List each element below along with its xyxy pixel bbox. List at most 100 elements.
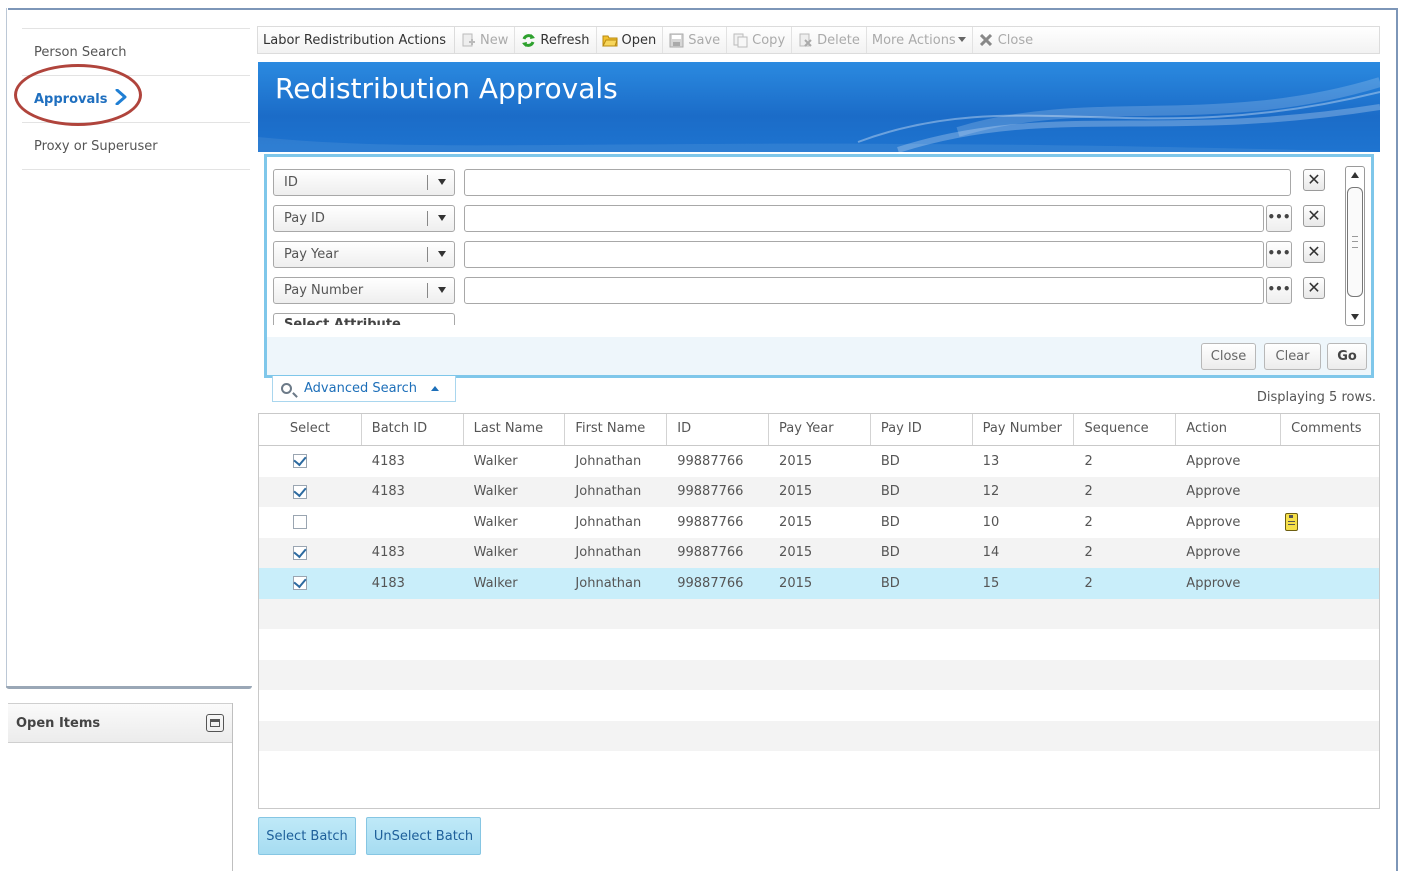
nav-item-proxy-superuser[interactable]: Proxy or Superuser xyxy=(22,122,250,170)
cell-last-name: Walker xyxy=(473,484,518,500)
scrollbar-thumb[interactable] xyxy=(1347,187,1363,297)
cell-id: 99887766 xyxy=(677,545,744,561)
advanced-search-toggle[interactable]: Advanced Search xyxy=(272,376,456,402)
nav-item-person-search[interactable]: Person Search xyxy=(22,28,250,75)
column-header[interactable]: Comments xyxy=(1281,414,1379,445)
lookup-button[interactable]: ••• xyxy=(1266,277,1292,304)
remove-criteria-button[interactable]: ✕ xyxy=(1303,277,1325,299)
copy-button[interactable]: Copy xyxy=(727,27,793,53)
column-header[interactable]: Select xyxy=(259,414,362,445)
table-row[interactable]: Walker Johnathan 99887766 2015 BD 10 2 Approve xyxy=(259,507,1379,538)
row-count-status: Displaying 5 rows. xyxy=(1256,390,1376,405)
select-batch-button[interactable]: Select Batch xyxy=(258,817,356,855)
chevron-right-icon xyxy=(115,88,127,109)
column-header[interactable]: Pay Number xyxy=(973,414,1075,445)
row-select-checkbox[interactable] xyxy=(293,545,307,560)
delete-button[interactable]: Delete xyxy=(792,27,867,53)
close-icon xyxy=(978,32,994,48)
search-go-button[interactable]: Go xyxy=(1327,343,1367,370)
table-row[interactable]: 4183 Walker Johnathan 99887766 2015 BD 12 2 Appr… xyxy=(259,476,1379,507)
empty-row xyxy=(259,720,1379,751)
refresh-button[interactable]: Refresh xyxy=(515,27,597,53)
cell-action: Approve xyxy=(1186,514,1241,530)
column-header[interactable]: ID xyxy=(667,414,770,445)
empty-row xyxy=(259,690,1379,721)
copy-icon xyxy=(732,32,748,48)
row-select-checkbox[interactable] xyxy=(293,484,307,499)
attribute-select[interactable]: ID xyxy=(273,169,455,196)
more-actions-label: More Actions xyxy=(871,32,956,48)
scroll-down-icon[interactable] xyxy=(1351,314,1359,320)
open-items-header: Open Items xyxy=(8,703,232,743)
cell-last-name: Walker xyxy=(473,575,518,591)
nav-item-label: Proxy or Superuser xyxy=(34,138,158,154)
advanced-search-label: Advanced Search xyxy=(304,381,418,396)
remove-criteria-button[interactable]: ✕ xyxy=(1303,205,1325,227)
search-criteria-area: ID ✕ Pay ID ••• ✕ Pay Year ••• ✕ Pay Num… xyxy=(267,157,1371,337)
search-close-button[interactable]: Close xyxy=(1201,343,1256,370)
column-header[interactable]: First Name xyxy=(565,414,668,445)
cell-batch-id: 4183 xyxy=(371,453,405,469)
cell-batch-id: 4183 xyxy=(371,575,405,591)
cell-sequence: 2 xyxy=(1084,453,1093,469)
scroll-up-icon[interactable] xyxy=(1351,172,1359,178)
cell-pay-id: BD xyxy=(880,453,900,469)
empty-row xyxy=(259,659,1379,690)
attribute-select[interactable]: Pay Year xyxy=(273,241,455,268)
criteria-value-input[interactable] xyxy=(464,241,1264,268)
attribute-select[interactable]: Pay Number xyxy=(273,277,455,304)
column-header[interactable]: Batch ID xyxy=(362,414,464,445)
note-icon[interactable] xyxy=(1285,513,1299,532)
nav-item-label: Person Search xyxy=(34,44,127,60)
checkmark-icon xyxy=(293,454,307,467)
attribute-select-value: Pay Number xyxy=(284,283,364,298)
cell-sequence: 2 xyxy=(1084,484,1093,500)
search-clear-button[interactable]: Clear xyxy=(1264,343,1321,370)
remove-criteria-button[interactable]: ✕ xyxy=(1303,169,1325,191)
delete-label: Delete xyxy=(817,32,860,48)
cell-pay-number: 15 xyxy=(982,575,1000,591)
save-label: Save xyxy=(688,32,721,48)
criteria-scrollbar[interactable] xyxy=(1345,166,1365,326)
row-select-checkbox[interactable] xyxy=(293,454,307,469)
criteria-value-input[interactable] xyxy=(464,277,1264,304)
column-header[interactable]: Last Name xyxy=(464,414,566,445)
cell-pay-number: 10 xyxy=(982,514,1000,530)
cell-id: 99887766 xyxy=(677,575,744,591)
table-row[interactable]: 4183 Walker Johnathan 99887766 2015 BD 13 2 Appr… xyxy=(259,446,1379,477)
window-frame-right xyxy=(1396,8,1398,871)
criteria-value-input[interactable] xyxy=(464,205,1264,232)
lookup-button[interactable]: ••• xyxy=(1266,241,1292,268)
attribute-select-value: ID xyxy=(284,175,298,190)
attribute-select-new[interactable]: Select Attribute xyxy=(273,313,455,325)
unselect-batch-button[interactable]: UnSelect Batch xyxy=(366,817,481,855)
chevron-down-icon xyxy=(438,179,446,185)
checkmark-icon xyxy=(293,576,307,589)
table-row[interactable]: 4183 Walker Johnathan 99887766 2015 BD 15 2 Appr… xyxy=(259,568,1379,599)
more-actions-button[interactable]: More Actions xyxy=(867,27,973,53)
window-toggle-icon[interactable] xyxy=(206,714,224,732)
cell-pay-year: 2015 xyxy=(779,545,813,561)
save-button[interactable]: Save xyxy=(663,27,728,53)
column-header[interactable]: Pay Year xyxy=(769,414,871,445)
column-header[interactable]: Action xyxy=(1176,414,1282,445)
cell-batch-id: 4183 xyxy=(371,545,405,561)
column-header[interactable]: Pay ID xyxy=(871,414,973,445)
new-button[interactable]: New xyxy=(455,27,516,53)
criteria-value-input[interactable] xyxy=(464,169,1291,196)
chevron-down-icon xyxy=(957,32,966,48)
cell-pay-year: 2015 xyxy=(779,514,813,530)
row-select-checkbox[interactable] xyxy=(293,515,307,530)
remove-criteria-button[interactable]: ✕ xyxy=(1303,241,1325,263)
chevron-down-icon xyxy=(438,287,446,293)
attribute-select[interactable]: Pay ID xyxy=(273,205,455,232)
close-button[interactable]: Close xyxy=(973,27,1039,53)
lookup-button[interactable]: ••• xyxy=(1266,205,1292,232)
table-row[interactable]: 4183 Walker Johnathan 99887766 2015 BD 14 2 Appr… xyxy=(259,537,1379,568)
column-header[interactable]: Sequence xyxy=(1074,414,1177,445)
refresh-label: Refresh xyxy=(540,32,590,48)
row-select-checkbox[interactable] xyxy=(293,576,307,591)
open-button[interactable]: Open xyxy=(597,27,664,53)
nav-item-approvals[interactable]: Approvals xyxy=(22,75,250,122)
select-cell xyxy=(259,484,362,499)
